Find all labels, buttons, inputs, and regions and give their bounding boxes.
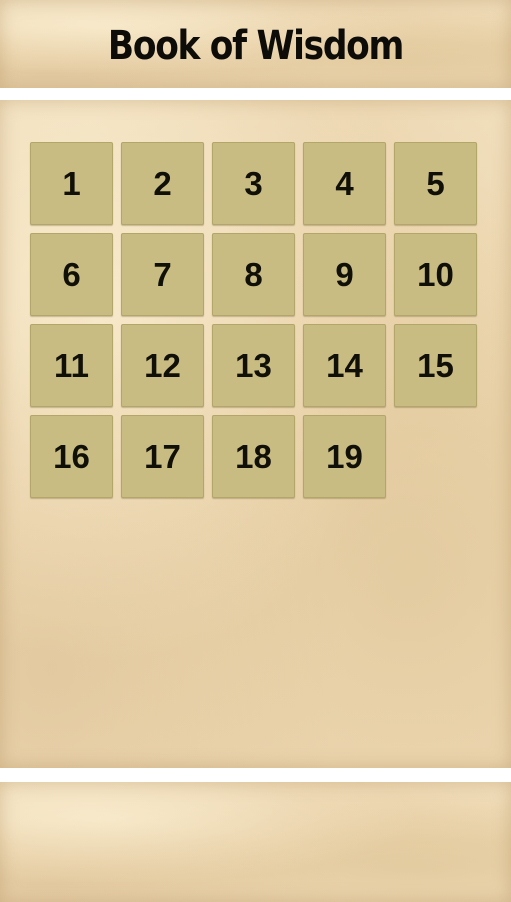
chapter-button-10[interactable]: 10 bbox=[394, 233, 477, 316]
chapter-panel: 1 2 3 4 5 6 7 8 9 10 11 12 13 14 15 16 1… bbox=[0, 100, 511, 768]
footer-bar bbox=[0, 782, 511, 902]
chapter-button-12[interactable]: 12 bbox=[121, 324, 204, 407]
chapter-button-14[interactable]: 14 bbox=[303, 324, 386, 407]
chapter-number: 2 bbox=[153, 165, 172, 202]
chapter-button-3[interactable]: 3 bbox=[212, 142, 295, 225]
chapter-button-4[interactable]: 4 bbox=[303, 142, 386, 225]
app-screen: Book of Wisdom 1 2 3 4 5 6 7 8 9 10 11 1… bbox=[0, 0, 511, 902]
chapter-button-15[interactable]: 15 bbox=[394, 324, 477, 407]
chapter-number: 3 bbox=[244, 165, 263, 202]
chapter-number: 12 bbox=[144, 347, 181, 384]
chapter-number: 5 bbox=[426, 165, 445, 202]
chapter-button-7[interactable]: 7 bbox=[121, 233, 204, 316]
chapter-button-9[interactable]: 9 bbox=[303, 233, 386, 316]
chapter-button-6[interactable]: 6 bbox=[30, 233, 113, 316]
chapter-number: 19 bbox=[326, 438, 363, 475]
chapter-number: 10 bbox=[417, 256, 454, 293]
chapter-button-13[interactable]: 13 bbox=[212, 324, 295, 407]
chapter-button-11[interactable]: 11 bbox=[30, 324, 113, 407]
chapter-number: 15 bbox=[417, 347, 454, 384]
chapter-button-19[interactable]: 19 bbox=[303, 415, 386, 498]
page-title: Book of Wisdom bbox=[107, 23, 404, 69]
chapter-button-16[interactable]: 16 bbox=[30, 415, 113, 498]
chapter-number: 11 bbox=[54, 347, 89, 384]
chapter-button-18[interactable]: 18 bbox=[212, 415, 295, 498]
chapter-number: 18 bbox=[235, 438, 272, 475]
chapter-number: 13 bbox=[235, 347, 272, 384]
chapter-button-17[interactable]: 17 bbox=[121, 415, 204, 498]
header-bar: Book of Wisdom bbox=[0, 0, 511, 88]
chapter-number: 17 bbox=[144, 438, 181, 475]
chapter-button-8[interactable]: 8 bbox=[212, 233, 295, 316]
chapter-button-2[interactable]: 2 bbox=[121, 142, 204, 225]
chapter-number: 1 bbox=[62, 165, 81, 202]
chapter-number: 7 bbox=[153, 256, 172, 293]
chapter-number: 6 bbox=[62, 256, 81, 293]
chapter-number: 16 bbox=[53, 438, 90, 475]
chapter-number: 8 bbox=[244, 256, 263, 293]
chapter-button-5[interactable]: 5 bbox=[394, 142, 477, 225]
chapter-number: 4 bbox=[335, 165, 354, 202]
chapter-number: 9 bbox=[335, 256, 354, 293]
chapter-grid: 1 2 3 4 5 6 7 8 9 10 11 12 13 14 15 16 1… bbox=[30, 142, 477, 498]
chapter-number: 14 bbox=[326, 347, 363, 384]
chapter-button-1[interactable]: 1 bbox=[30, 142, 113, 225]
